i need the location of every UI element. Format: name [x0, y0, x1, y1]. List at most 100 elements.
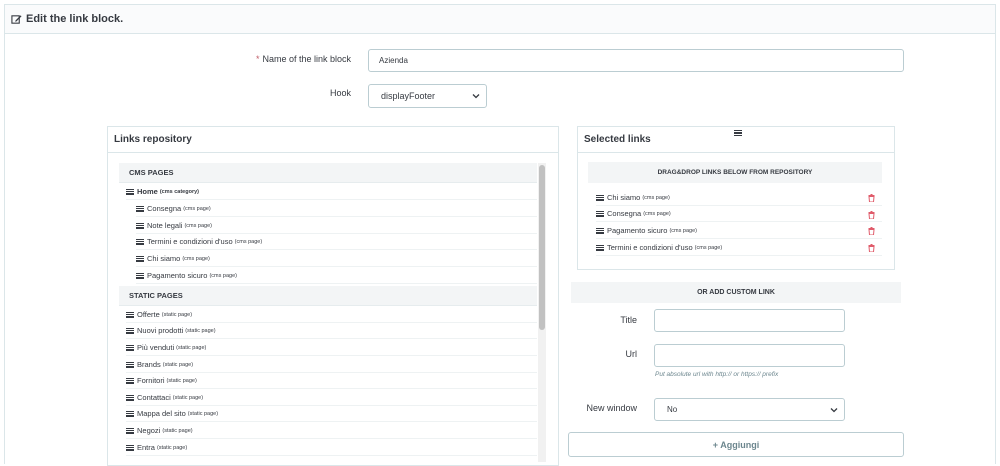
add-link-button[interactable]: + Aggiungi: [568, 432, 904, 457]
drag-handle-icon: [126, 327, 134, 334]
repo-item-type: (static page): [176, 344, 207, 351]
repo-item-label: Home: [137, 187, 158, 196]
repo-item-type: (cms page): [184, 222, 212, 229]
repo-item-negozi[interactable]: Negozi (static page): [126, 423, 537, 439]
trash-icon[interactable]: [868, 227, 875, 235]
url-input[interactable]: [654, 344, 845, 367]
cms-pages-header: CMS PAGES: [119, 163, 537, 183]
drag-handle-icon: [596, 194, 604, 201]
repo-item-nuovi-prodotti[interactable]: Nuovi prodotti (static page): [126, 323, 537, 339]
repo-item-type: (static page): [162, 427, 193, 434]
repo-item-brands[interactable]: Brands (static page): [126, 357, 537, 373]
repo-item-type: (static page): [185, 327, 216, 334]
repo-item-label: Chi siamo: [147, 254, 181, 263]
selected-item-type: (cms page): [669, 227, 697, 234]
chevron-down-icon: [830, 407, 838, 412]
new-window-select[interactable]: No: [654, 398, 845, 421]
static-pages-header: STATIC PAGES: [119, 286, 537, 306]
repo-item-contattaci[interactable]: Contattaci (static page): [126, 390, 537, 406]
repo-item-pagamento[interactable]: Pagamento sicuro (cms page): [136, 268, 537, 284]
new-window-value: No: [667, 405, 678, 414]
selected-item-label: Consegna: [607, 209, 642, 218]
custom-link-header: OR ADD CUSTOM LINK: [571, 282, 901, 303]
repo-item-type: (cms page): [209, 272, 237, 279]
repository-scrollbar-thumb[interactable]: [539, 165, 545, 330]
selected-item-label: Chi siamo: [607, 193, 641, 202]
repo-item-consegna[interactable]: Consegna (cms page): [136, 201, 537, 217]
repo-item-fornitori[interactable]: Fornitori (static page): [126, 373, 537, 389]
repo-item-label: Offerte: [137, 310, 160, 319]
repo-item-type: (static page): [162, 361, 194, 368]
selected-item-type: (cms page): [642, 194, 670, 201]
title-input[interactable]: [654, 309, 845, 332]
repo-item-label: Pagamento sicuro: [147, 271, 208, 280]
required-marker: *: [255, 54, 260, 64]
drag-handle-icon: [596, 210, 604, 217]
repo-item-label: Negozi: [137, 426, 161, 435]
repo-item-label: Consegna: [147, 204, 182, 213]
hook-select[interactable]: displayFooter: [368, 84, 487, 108]
repo-item-label: Nuovi prodotti: [137, 326, 184, 335]
name-input[interactable]: Azienda: [368, 49, 904, 72]
drag-handle-icon: [126, 410, 134, 417]
drag-handle-icon: [126, 377, 134, 384]
repo-item-label: Più venduti: [137, 343, 175, 352]
panel-title: Edit the link block.: [26, 13, 124, 25]
drag-handle-icon: [136, 255, 144, 262]
drag-handle-icon: [126, 311, 134, 318]
repo-item-note-legali[interactable]: Note legali (cms page): [136, 218, 537, 234]
repo-item-label: Mappa del sito: [137, 409, 186, 418]
name-input-value: Azienda: [379, 56, 408, 65]
repo-item-label: Contattaci: [137, 393, 171, 402]
drag-handle-icon: [126, 394, 134, 401]
selected-item-type: (cms page): [694, 244, 723, 251]
drag-handle-icon: [136, 222, 144, 229]
repo-item-chi-siamo[interactable]: Chi siamo (cms page): [136, 251, 537, 267]
selected-item-label: Pagamento sicuro: [607, 226, 668, 235]
repo-item-type: (cms page): [234, 238, 263, 245]
repo-item-termini[interactable]: Termini e condizioni d'uso (cms page): [136, 234, 537, 250]
repo-item-type: (static page): [172, 394, 204, 401]
drag-handle-icon: [596, 244, 604, 251]
repo-item-type: (cms page): [183, 205, 211, 212]
title-label: Title: [620, 315, 637, 325]
trash-icon[interactable]: [868, 244, 875, 252]
repo-item-type: (static page): [187, 410, 219, 417]
menu-icon[interactable]: [734, 130, 742, 137]
drag-handle-icon: [126, 427, 134, 434]
repo-item-type: (cms page): [182, 255, 210, 262]
selected-item-type: (cms page): [643, 210, 671, 217]
drop-zone-header: DRAG&DROP LINKS BELOW FROM REPOSITORY: [588, 162, 882, 183]
repo-item-label: Fornitori: [137, 376, 165, 385]
name-label: * Name of the link block: [200, 54, 351, 64]
edit-icon: [11, 14, 22, 24]
trash-icon[interactable]: [868, 194, 875, 202]
selected-item-pagamento[interactable]: Pagamento sicuro (cms page): [596, 223, 882, 239]
selected-item-label: Termini e condizioni d'uso: [607, 243, 693, 252]
trash-icon[interactable]: [868, 211, 875, 219]
repo-item-home[interactable]: Home (cms category): [126, 184, 537, 200]
url-hint: Put absolute url with http:// or https:/…: [655, 371, 779, 378]
repo-item-piu-venduti[interactable]: Più venduti (static page): [126, 340, 537, 356]
chevron-down-icon: [472, 94, 480, 99]
selected-item-termini[interactable]: Termini e condizioni d'uso (cms page): [596, 240, 882, 256]
repo-item-type: (static page): [161, 311, 193, 318]
selected-item-consegna[interactable]: Consegna (cms page): [596, 206, 882, 222]
panel-heading: Edit the link block.: [5, 5, 995, 34]
drag-handle-icon: [136, 205, 144, 212]
repo-item-label: Note legali: [147, 221, 183, 230]
repo-item-entra[interactable]: Entra (static page): [126, 440, 537, 456]
repo-item-offerte[interactable]: Offerte (static page): [126, 307, 537, 323]
drag-handle-icon: [136, 238, 144, 245]
repo-item-mappa[interactable]: Mappa del sito (static page): [126, 406, 537, 422]
hook-label: Hook: [329, 88, 351, 98]
repo-item-type: (cms category): [159, 188, 199, 195]
url-label: Url: [625, 349, 638, 359]
repo-item-type: (static page): [166, 377, 197, 384]
selected-item-chi-siamo[interactable]: Chi siamo (cms page): [596, 190, 882, 206]
repo-item-label: Termini e condizioni d'uso: [147, 237, 233, 246]
hook-select-value: displayFooter: [381, 91, 436, 101]
new-window-label: New window: [586, 403, 637, 413]
drag-handle-icon: [126, 361, 134, 368]
repository-title: Links repository: [108, 127, 558, 153]
